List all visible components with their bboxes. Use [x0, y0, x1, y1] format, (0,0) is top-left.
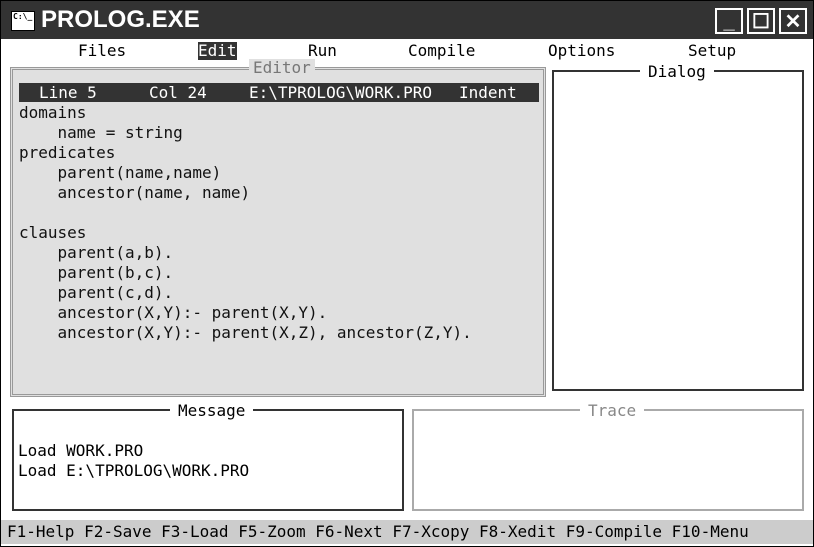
message-line: Load E:\TPROLOG\WORK.PRO — [18, 461, 250, 480]
message-line: Load WORK.PRO — [18, 441, 144, 460]
code-line: parent(name,name) — [19, 163, 222, 182]
window-title: PROLOG.EXE — [41, 6, 200, 33]
prolog-window: C:\_ PROLOG.EXE _ ☐ ✕ Files Edit Run Com… — [0, 0, 814, 547]
menu-compile[interactable]: Compile — [408, 42, 475, 60]
code-line: ancestor(X,Y):- parent(X,Z), ancestor(Z,… — [19, 323, 472, 342]
message-panel: Message Load WORK.PRO Load E:\TPROLOG\WO… — [12, 402, 404, 511]
status-file: E:\TPROLOG\WORK.PRO — [249, 83, 433, 102]
close-button[interactable]: ✕ — [779, 8, 807, 34]
code-line: ancestor(name, name) — [19, 183, 251, 202]
editor-title: Editor — [249, 59, 315, 77]
status-line: Line 5 — [39, 83, 97, 102]
function-key-bar: F1-Help F2-Save F3-Load F5-Zoom F6-Next … — [1, 520, 813, 544]
message-title: Message — [170, 402, 254, 420]
dialog-panel[interactable]: Dialog — [552, 63, 804, 391]
editor-text-area[interactable]: domains name = string predicates parent(… — [19, 103, 472, 343]
code-line: parent(a,b). — [19, 243, 174, 262]
code-line: parent(b,c). — [19, 263, 174, 282]
menu-edit[interactable]: Edit — [198, 42, 237, 60]
code-line: ancestor(X,Y):- parent(X,Y). — [19, 303, 328, 322]
menu-files[interactable]: Files — [78, 42, 126, 60]
code-line: clauses — [19, 223, 87, 242]
menu-options[interactable]: Options — [548, 42, 615, 60]
editor-status-bar: Line 5 Col 24 E:\TPROLOG\WORK.PRO Indent — [19, 83, 539, 102]
minimize-button[interactable]: _ — [715, 8, 743, 34]
dialog-title: Dialog — [640, 63, 714, 81]
code-line: predicates — [19, 143, 116, 162]
cmd-window-icon[interactable]: C:\_ — [11, 11, 35, 31]
code-line: parent(c,d). — [19, 283, 174, 302]
menu-run[interactable]: Run — [308, 42, 337, 60]
editor-panel[interactable]: Editor Line 5 Col 24 E:\TPROLOG\WORK.PRO… — [10, 59, 546, 397]
status-col: Col 24 — [149, 83, 207, 102]
code-line: name = string — [19, 123, 183, 142]
status-mode: Indent — [459, 83, 517, 102]
code-line: domains — [19, 103, 87, 122]
trace-panel: Trace — [412, 402, 804, 511]
menu-setup[interactable]: Setup — [688, 42, 736, 60]
title-bar[interactable]: C:\_ PROLOG.EXE _ ☐ ✕ — [1, 1, 813, 39]
maximize-button[interactable]: ☐ — [747, 8, 775, 34]
menu-bar: Files Edit Run Compile Options Setup — [1, 40, 813, 62]
trace-title: Trace — [580, 402, 645, 420]
